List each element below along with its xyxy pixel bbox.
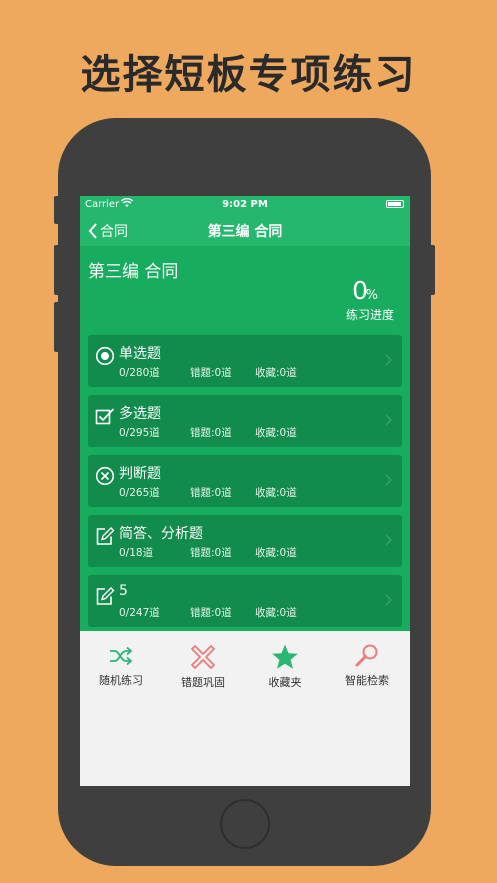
category-wrong: 错题:0道 bbox=[190, 607, 232, 619]
chevron-right-icon bbox=[385, 534, 392, 546]
app-screen: Carrier 9:02 PM 合同 第三编 合同 第三编 合同 0 % 练习进… bbox=[80, 196, 410, 786]
category-card-short-answer[interactable]: 简答、分析题 0/18道 错题:0道 收藏:0道 bbox=[88, 515, 402, 567]
edit-icon bbox=[96, 587, 115, 605]
chevron-right-icon bbox=[385, 354, 392, 366]
category-card-single[interactable]: 单选题 0/280道 错题:0道 收藏:0道 bbox=[88, 335, 402, 387]
category-name: 5 bbox=[119, 583, 128, 599]
nav-title: 第三编 合同 bbox=[207, 224, 283, 240]
category-name: 判断题 bbox=[119, 466, 161, 482]
x-circle-icon bbox=[95, 466, 115, 486]
progress-display: 0 % bbox=[314, 276, 394, 306]
category-total: 0/295道 bbox=[119, 427, 160, 439]
progress-label: 练习进度 bbox=[345, 308, 394, 322]
tab-label: 错题巩固 bbox=[181, 676, 225, 689]
category-name: 多选题 bbox=[119, 406, 161, 422]
category-name: 简答、分析题 bbox=[119, 526, 203, 542]
category-favorites: 收藏:0道 bbox=[255, 427, 297, 439]
phone-side-button-vol-down bbox=[54, 302, 60, 352]
chevron-right-icon bbox=[385, 474, 392, 486]
star-icon bbox=[272, 644, 298, 669]
edit-icon bbox=[96, 527, 115, 545]
category-wrong: 错题:0道 bbox=[190, 547, 232, 559]
category-total: 0/18道 bbox=[119, 547, 154, 559]
battery-icon bbox=[386, 200, 404, 208]
shuffle-icon bbox=[110, 646, 133, 666]
checkbox-icon bbox=[95, 408, 115, 425]
section-title: 第三编 合同 bbox=[88, 262, 179, 282]
phone-side-button-vol-up bbox=[54, 245, 60, 295]
cross-icon bbox=[191, 645, 215, 669]
phone-side-button-power bbox=[429, 245, 435, 295]
bottom-toolbar: 随机练习 错题巩固 收藏夹 智能检索 bbox=[80, 631, 410, 691]
category-wrong: 错题:0道 bbox=[190, 427, 232, 439]
status-time: 9:02 PM bbox=[222, 199, 268, 210]
tab-smart-search[interactable]: 智能检索 bbox=[326, 631, 408, 691]
phone-side-button-mute bbox=[54, 196, 60, 224]
search-icon bbox=[355, 644, 378, 667]
category-wrong: 错题:0道 bbox=[190, 367, 232, 379]
category-favorites: 收藏:0道 bbox=[255, 367, 297, 379]
navigation-bar: Carrier 9:02 PM 合同 第三编 合同 bbox=[80, 196, 410, 246]
phone-home-button[interactable] bbox=[220, 799, 270, 849]
tab-label: 随机练习 bbox=[99, 674, 143, 687]
tab-label: 智能检索 bbox=[345, 674, 389, 687]
category-favorites: 收藏:0道 bbox=[255, 547, 297, 559]
category-favorites: 收藏:0道 bbox=[255, 487, 297, 499]
tab-favorites[interactable]: 收藏夹 bbox=[244, 631, 326, 691]
category-card-5[interactable]: 5 0/247道 错题:0道 收藏:0道 bbox=[88, 575, 402, 627]
category-card-judgment[interactable]: 判断题 0/265道 错题:0道 收藏:0道 bbox=[88, 455, 402, 507]
radio-icon bbox=[95, 346, 115, 366]
progress-unit: % bbox=[365, 288, 378, 303]
category-name: 单选题 bbox=[119, 346, 161, 362]
promo-headline: 选择短板专项练习 bbox=[80, 51, 417, 98]
category-total: 0/247道 bbox=[119, 607, 160, 619]
chevron-right-icon bbox=[385, 414, 392, 426]
tab-label: 收藏夹 bbox=[268, 676, 302, 689]
tab-wrong-review[interactable]: 错题巩固 bbox=[162, 631, 244, 691]
category-total: 0/280道 bbox=[119, 367, 160, 379]
status-bar: Carrier 9:02 PM bbox=[80, 196, 410, 214]
category-card-multiple[interactable]: 多选题 0/295道 错题:0道 收藏:0道 bbox=[88, 395, 402, 447]
category-favorites: 收藏:0道 bbox=[255, 607, 297, 619]
tab-random-practice[interactable]: 随机练习 bbox=[80, 631, 162, 691]
category-wrong: 错题:0道 bbox=[190, 487, 232, 499]
category-total: 0/265道 bbox=[119, 487, 160, 499]
chevron-right-icon bbox=[385, 594, 392, 606]
